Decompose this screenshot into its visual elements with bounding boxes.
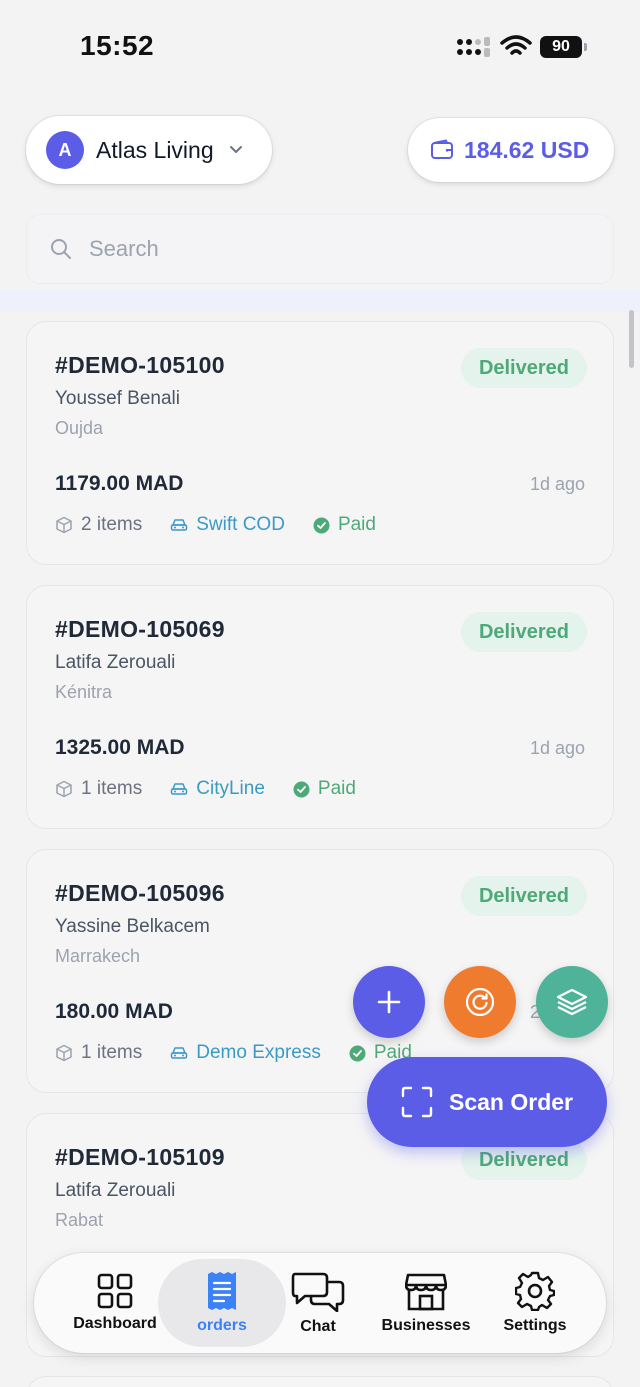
scan-icon — [401, 1086, 433, 1118]
nav-item-businesses[interactable]: Businesses — [374, 1253, 478, 1353]
customer-city: Rabat — [55, 1210, 104, 1230]
order-amount: 180.00 MAD — [55, 1000, 173, 1023]
carrier-label: CityLine — [196, 778, 265, 799]
customer-name: Youssef Benali — [55, 388, 181, 409]
plus-icon — [377, 990, 401, 1014]
payment-label: Paid — [317, 778, 356, 799]
nav-label-chat: Chat — [300, 1318, 336, 1335]
package-icon — [56, 1044, 72, 1062]
nav-item-settings[interactable]: Settings — [492, 1253, 578, 1353]
order-card[interactable]: #DEMO-105100 Delivered Youssef Benali Ou… — [26, 321, 614, 565]
customer-city: Marrakech — [55, 946, 141, 966]
order-meta: 1 items Demo Express Paid — [55, 1042, 440, 1064]
battery-tip — [584, 43, 587, 51]
order-time: 1d ago — [529, 474, 585, 494]
scrollbar[interactable] — [629, 310, 634, 368]
order-id: #DEMO-105069 — [55, 616, 225, 642]
refresh-icon — [465, 987, 495, 1017]
nav-item-dashboard[interactable]: Dashboard — [64, 1253, 166, 1353]
gear-icon — [515, 1271, 555, 1311]
car-icon — [171, 783, 188, 795]
check-circle-icon — [313, 517, 330, 533]
wallet-amount: 184.62 USD — [464, 136, 590, 163]
items-count: 1 items — [55, 778, 142, 800]
nav-item-chat[interactable]: Chat — [278, 1253, 358, 1353]
order-id: #DEMO-105100 — [55, 352, 225, 378]
customer-name: Latifa Zerouali — [55, 652, 176, 673]
dashboard-icon — [97, 1273, 133, 1309]
nav-item-orders[interactable]: orders — [172, 1253, 272, 1353]
package-icon — [56, 516, 72, 534]
items-count-label: 2 items — [81, 514, 143, 535]
business-avatar: A — [46, 131, 84, 169]
chat-icon — [291, 1272, 345, 1312]
nav-label-businesses: Businesses — [381, 1317, 471, 1334]
carrier: CityLine — [170, 778, 265, 800]
order-amount: 1179.00 MAD — [55, 472, 184, 495]
order-meta: 1 items CityLine Paid — [55, 778, 384, 800]
cellular-signal-icon — [457, 37, 490, 57]
customer-city: Kénitra — [55, 682, 113, 702]
package-icon — [56, 780, 72, 798]
carrier-label: Swift COD — [196, 514, 285, 535]
check-circle-icon — [349, 1045, 366, 1061]
customer-city: Oujda — [55, 418, 104, 438]
chevron-down-icon — [229, 146, 242, 153]
nav-label-settings: Settings — [503, 1317, 567, 1334]
layers-icon — [556, 988, 588, 1016]
receipt-icon — [208, 1272, 236, 1310]
battery-indicator: 90 — [540, 36, 588, 58]
status-badge: Delivered — [460, 348, 587, 388]
wallet-balance-button[interactable]: 184.62 USD — [408, 118, 614, 182]
business-name: Atlas Living — [96, 136, 214, 163]
order-id: #DEMO-105109 — [55, 1144, 225, 1170]
nav-label-orders: orders — [197, 1317, 247, 1334]
scan-order-button[interactable]: Scan Order — [367, 1057, 607, 1147]
check-circle-icon — [293, 781, 310, 797]
status-time: 15:52 — [80, 30, 155, 61]
order-time: 1d ago — [529, 738, 585, 758]
status-badge: Delivered — [460, 876, 587, 916]
carrier-label: Demo Express — [196, 1042, 321, 1063]
battery-level: 90 — [540, 36, 582, 58]
items-count: 1 items — [55, 1042, 142, 1064]
nav-label-dashboard: Dashboard — [73, 1315, 157, 1332]
order-amount: 1325.00 MAD — [55, 736, 185, 759]
status-badge: Delivered — [460, 612, 587, 652]
items-count-label: 1 items — [81, 1042, 143, 1063]
carrier: Demo Express — [170, 1042, 321, 1064]
payment-label: Paid — [337, 514, 376, 535]
order-card[interactable] — [26, 1376, 614, 1387]
payment-status: Paid — [313, 514, 376, 536]
status-bar: 15:52 90 — [0, 0, 640, 96]
items-count-label: 1 items — [81, 778, 143, 799]
scan-order-label: Scan Order — [449, 1088, 573, 1115]
wallet-icon — [431, 139, 453, 159]
order-card[interactable]: #DEMO-105069 Delivered Latifa Zerouali K… — [26, 585, 614, 829]
payment-status: Paid — [293, 778, 356, 800]
search-bar[interactable] — [26, 214, 614, 284]
car-icon — [171, 1047, 188, 1059]
list-header-divider — [0, 290, 640, 312]
search-input[interactable] — [89, 236, 569, 262]
order-meta: 2 items Swift COD Paid — [55, 514, 404, 536]
bottom-navigation: Dashboard orders Chat Businesses Setting… — [34, 1253, 606, 1353]
add-order-button[interactable] — [353, 966, 425, 1038]
car-icon — [171, 519, 188, 531]
store-icon — [405, 1273, 447, 1311]
customer-name: Latifa Zerouali — [55, 1180, 176, 1201]
order-id: #DEMO-105096 — [55, 880, 225, 906]
business-selector[interactable]: A Atlas Living — [26, 116, 272, 184]
items-count: 2 items — [55, 514, 142, 536]
search-icon — [51, 239, 71, 259]
customer-name: Yassine Belkacem — [55, 916, 210, 937]
refresh-button[interactable] — [444, 966, 516, 1038]
wifi-icon — [500, 35, 532, 55]
layers-button[interactable] — [536, 966, 608, 1038]
orders-screen: 15:52 90 A Atlas Living 184.62 USD Searc… — [0, 0, 640, 1387]
carrier: Swift COD — [170, 514, 285, 536]
